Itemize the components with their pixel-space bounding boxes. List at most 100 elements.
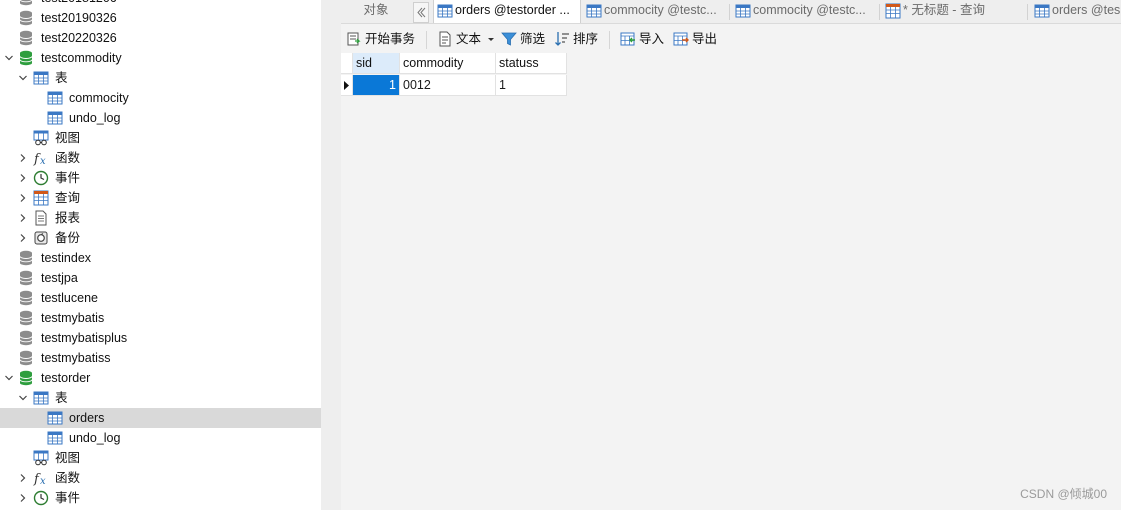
view-icon xyxy=(33,450,49,466)
tree-item-node-24[interactable]: f x 函数 xyxy=(0,468,321,488)
chevron-right-icon[interactable] xyxy=(18,473,28,483)
grid-cell-sid[interactable]: 1 xyxy=(353,75,400,96)
table-folder-icon xyxy=(33,70,49,86)
tab-label: commocity @testc... xyxy=(604,3,717,17)
sort-label: 排序 xyxy=(573,32,599,46)
data-toolbar: 开始事务 文本 筛选 排序 导入 导出 xyxy=(341,24,1121,53)
column-header-statuss[interactable]: statuss xyxy=(496,53,567,74)
query-icon xyxy=(33,190,49,206)
clock-icon xyxy=(33,490,49,506)
chevron-down-icon[interactable] xyxy=(18,393,28,403)
tree-item-label: orders xyxy=(69,411,105,425)
tree-item-node-9[interactable]: 事件 xyxy=(0,168,321,188)
grid-cell-statuss[interactable]: 1 xyxy=(496,75,567,96)
tree-item-label: 查询 xyxy=(55,191,81,205)
tree-item-node-11[interactable]: 报表 xyxy=(0,208,321,228)
database-icon xyxy=(18,310,34,326)
chevron-down-icon[interactable] xyxy=(4,53,14,63)
column-header-commodity[interactable]: commodity xyxy=(400,53,496,74)
main-area: 对象 orders @testorder ... commocity @test… xyxy=(341,0,1121,510)
tree-item-node-25[interactable]: 事件 xyxy=(0,488,321,508)
tab-2[interactable]: commocity @testc... xyxy=(583,0,728,23)
table-icon xyxy=(437,3,453,19)
database-icon xyxy=(18,0,34,6)
tab-5[interactable]: orders @tes xyxy=(1031,0,1121,23)
chevron-right-icon[interactable] xyxy=(18,193,28,203)
tab-label: orders @tes xyxy=(1052,3,1121,17)
sort-icon xyxy=(554,31,570,47)
tree-item-label: test20190326 xyxy=(41,11,117,25)
query-icon xyxy=(885,3,901,19)
database-icon xyxy=(18,350,34,366)
tab-label: commocity @testc... xyxy=(753,3,866,17)
tree-item-undo_log[interactable]: undo_log xyxy=(0,108,321,128)
tree-item-testlucene[interactable]: testlucene xyxy=(0,288,321,308)
tree-item-label: 函数 xyxy=(55,471,81,485)
tree-item-test20190326[interactable]: test20190326 xyxy=(0,8,321,28)
chevron-right-icon[interactable] xyxy=(18,153,28,163)
view-icon xyxy=(33,130,49,146)
tree-item-test20220326[interactable]: test20220326 xyxy=(0,28,321,48)
export-label: 导出 xyxy=(692,32,718,46)
tree-item-undo_log[interactable]: undo_log xyxy=(0,428,321,448)
tree-item-label: testcommodity xyxy=(41,51,122,65)
tree-item-label: 表 xyxy=(55,391,68,405)
row-indicator[interactable] xyxy=(341,75,353,96)
tree-item-testcommodity[interactable]: testcommodity xyxy=(0,48,321,68)
tree-item-testmybatis[interactable]: testmybatis xyxy=(0,308,321,328)
chevron-down-icon[interactable] xyxy=(4,373,14,383)
pane-splitter[interactable] xyxy=(321,0,341,510)
tree-item-testmybatiss[interactable]: testmybatiss xyxy=(0,348,321,368)
chevron-right-icon[interactable] xyxy=(18,173,28,183)
chevron-right-icon[interactable] xyxy=(18,233,28,243)
tree-item-test20181206[interactable]: test20181206 xyxy=(0,0,321,8)
tree-item-label: testorder xyxy=(41,371,91,385)
database-icon xyxy=(18,370,34,386)
column-header-sid[interactable]: sid xyxy=(353,53,400,74)
filter-funnel-icon xyxy=(501,31,517,47)
table-icon xyxy=(47,90,63,106)
tree-item-node-7[interactable]: 视图 xyxy=(0,128,321,148)
tab-separator xyxy=(1027,4,1028,20)
tab-3[interactable]: commocity @testc... xyxy=(732,0,878,23)
tree-item-node-20[interactable]: 表 xyxy=(0,388,321,408)
tree-item-node-10[interactable]: 查询 xyxy=(0,188,321,208)
tree-item-node-4[interactable]: 表 xyxy=(0,68,321,88)
tree-item-testjpa[interactable]: testjpa xyxy=(0,268,321,288)
report-icon xyxy=(33,210,49,226)
chevron-right-icon[interactable] xyxy=(18,213,28,223)
tree-item-node-8[interactable]: f x 函数 xyxy=(0,148,321,168)
toolbar-separator xyxy=(609,31,610,49)
tab-objects[interactable]: 对象 xyxy=(341,0,411,23)
chevron-down-icon[interactable] xyxy=(18,73,28,83)
tree-item-label: test20220326 xyxy=(41,31,117,45)
watermark: CSDN @倾城00 xyxy=(1020,487,1107,501)
import-icon xyxy=(620,31,636,47)
tree-item-label: testmybatiss xyxy=(41,351,111,365)
tab-1[interactable]: orders @testorder ... xyxy=(433,0,581,23)
double-chevron-left-icon xyxy=(417,7,426,18)
import-label: 导入 xyxy=(639,32,665,46)
tab-4[interactable]: * 无标题 - 查询 xyxy=(882,0,1026,23)
tree-item-testindex[interactable]: testindex xyxy=(0,248,321,268)
table-icon xyxy=(47,410,63,426)
grid-cell-commodity[interactable]: 0012 xyxy=(400,75,496,96)
chevron-right-icon[interactable] xyxy=(18,493,28,503)
tree-item-node-23[interactable]: 视图 xyxy=(0,448,321,468)
database-icon xyxy=(18,50,34,66)
tree-item-testmybatisplus[interactable]: testmybatisplus xyxy=(0,328,321,348)
object-tree: test20181206 test20190326 test20220326 t… xyxy=(0,0,321,508)
clock-icon xyxy=(33,170,49,186)
tree-item-label: undo_log xyxy=(69,111,121,125)
tree-item-commocity[interactable]: commocity xyxy=(0,88,321,108)
navigation-pane: test20181206 test20190326 test20220326 t… xyxy=(0,0,321,510)
current-row-arrow-icon xyxy=(344,81,349,90)
tab-separator xyxy=(729,4,730,20)
tree-item-node-12[interactable]: 备份 xyxy=(0,228,321,248)
tree-item-testorder[interactable]: testorder xyxy=(0,368,321,388)
backup-icon xyxy=(33,230,49,246)
data-grid-area: sid commodity statuss 1 0012 1 xyxy=(341,53,1121,510)
tab-scroll-left-button[interactable] xyxy=(413,2,429,23)
tree-item-orders[interactable]: orders xyxy=(0,408,321,428)
grid-corner xyxy=(341,53,353,74)
